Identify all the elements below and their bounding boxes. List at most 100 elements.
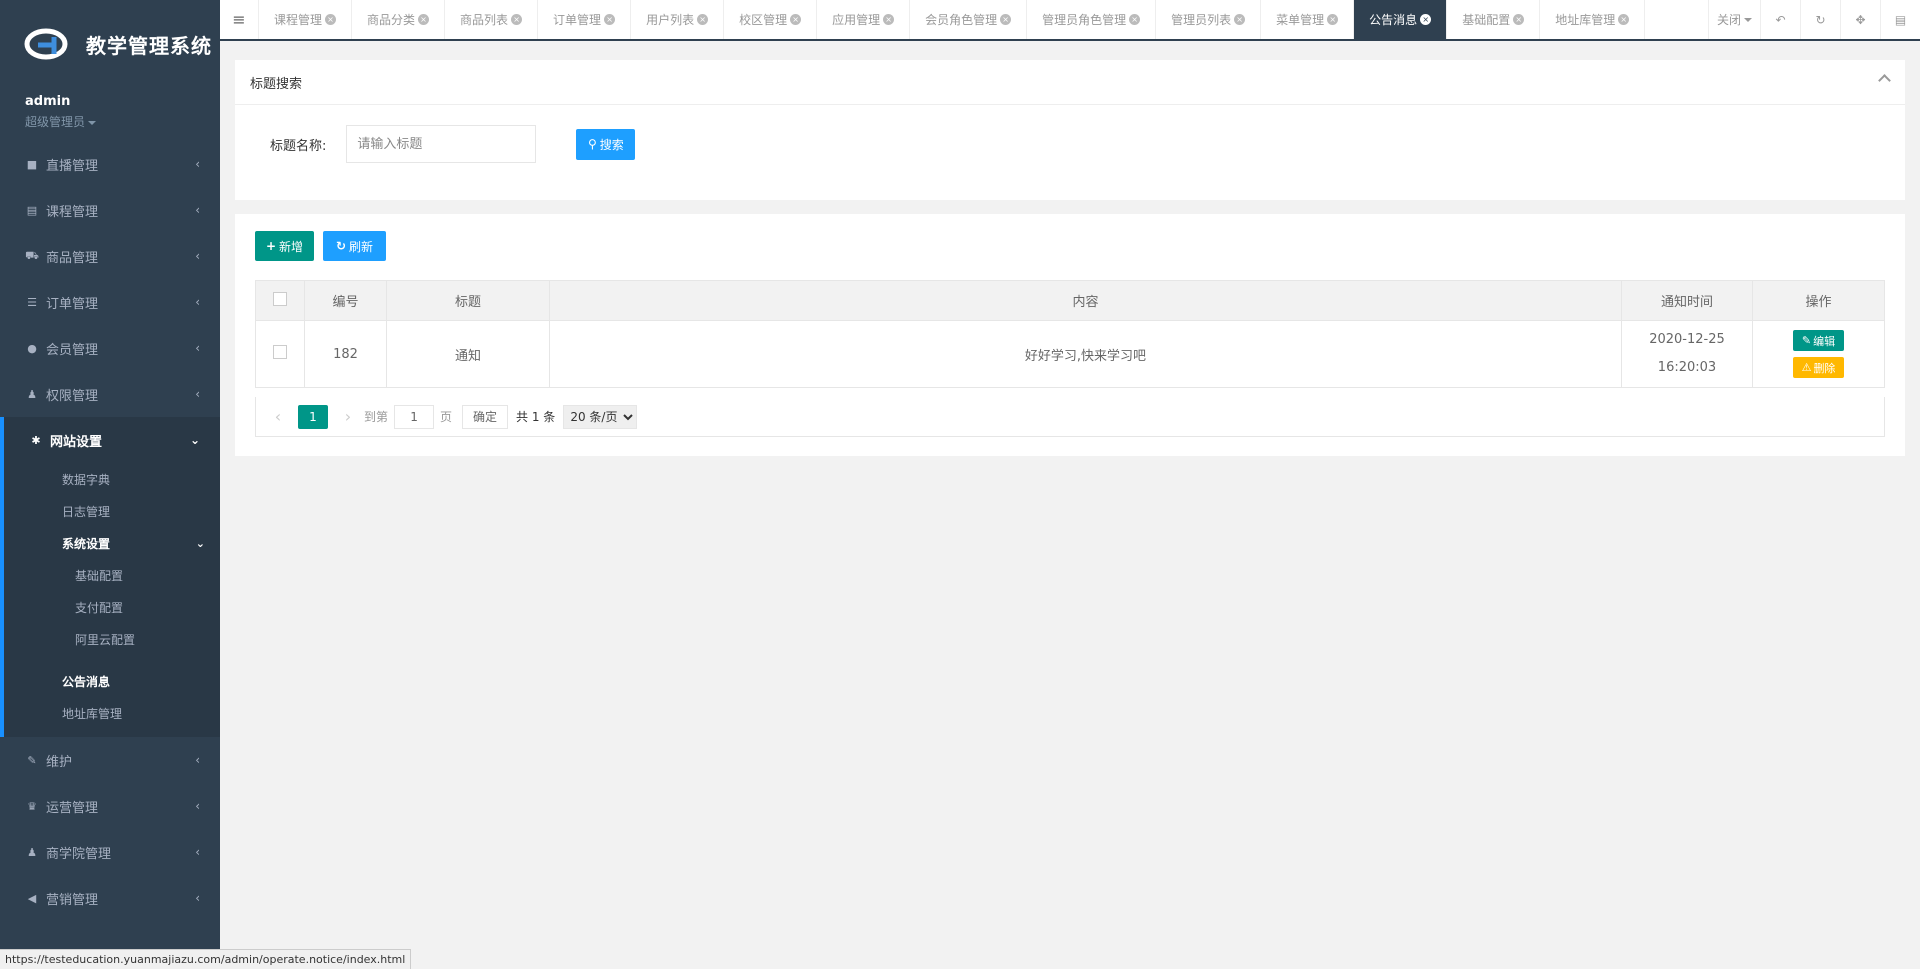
sidebar-subitem-address[interactable]: 地址库管理 <box>4 697 220 729</box>
column-header[interactable]: 内容 <box>549 280 1622 321</box>
tab-label: 订单管理 <box>553 13 602 27</box>
fullscreen-icon[interactable]: ✥ <box>1840 0 1880 39</box>
goto-page-input[interactable] <box>394 404 435 429</box>
pagination: ‹ 1 › 到第 页 确定 共 1 条 20 条/页 <box>255 397 1885 437</box>
sidebar-item-label: 维护 <box>46 754 73 770</box>
sidebar-subsubitem-basic-config[interactable]: 基础配置 <box>4 559 220 591</box>
column-header[interactable]: 标题 <box>386 280 550 321</box>
column-header[interactable]: 编号 <box>304 280 387 321</box>
sidebar-item-live[interactable]: ■ 直播管理 ‹ <box>0 141 220 187</box>
close-icon[interactable]: × <box>1513 14 1525 25</box>
user-role-dropdown[interactable]: 超级管理员 <box>25 113 220 130</box>
sidebar-item-order[interactable]: ☰ 订单管理 ‹ <box>0 279 220 325</box>
table-panel: + 新增 ↻ 刷新 编号 标题 内容 通知时间 操作 182 通知 好好学习,快… <box>235 214 1905 456</box>
close-icon[interactable]: × <box>1129 14 1141 25</box>
sidebar-item-marketing[interactable]: ◀ 营销管理 ‹ <box>0 875 220 921</box>
search-button[interactable]: ⚲ 搜索 <box>576 128 636 160</box>
tab-goods-category[interactable]: 商品分类 × <box>352 0 446 39</box>
close-tabs-label: 关闭 <box>1716 13 1741 27</box>
sidebar-item-site-settings[interactable]: ✱ 网站设置 ⌄ <box>4 417 220 463</box>
sidebar-item-course[interactable]: ▤ 课程管理 ‹ <box>0 187 220 233</box>
sidebar-subitem-logs[interactable]: 日志管理 <box>4 495 220 527</box>
refresh-icon[interactable]: ↻ <box>1800 0 1840 39</box>
close-icon[interactable]: × <box>1618 14 1630 25</box>
chevron-left-icon: ‹ <box>195 203 200 217</box>
sidebar-subsubitem-pay-config[interactable]: 支付配置 <box>4 591 220 623</box>
close-icon[interactable]: × <box>790 14 802 25</box>
edit-button[interactable]: ✎ 编辑 <box>1793 330 1844 351</box>
page-size-select[interactable]: 20 条/页 <box>563 404 638 429</box>
refresh-button[interactable]: ↻ 刷新 <box>323 231 386 261</box>
close-icon[interactable]: × <box>883 14 895 25</box>
column-header[interactable]: 操作 <box>1752 280 1885 321</box>
sidebar-item-goods[interactable]: ⛟ 商品管理 ‹ <box>0 233 220 279</box>
close-icon[interactable]: × <box>1234 14 1246 25</box>
tab-course[interactable]: 课程管理 × <box>259 0 353 39</box>
sidebar-item-member[interactable]: ● 会员管理 ‹ <box>0 325 220 371</box>
sidebar-item-label: 网站设置 <box>50 434 103 450</box>
sidebar-item-business-school[interactable]: ♟ 商学院管理 ‹ <box>0 829 220 875</box>
close-icon[interactable]: × <box>1327 14 1339 25</box>
chevron-left-icon: ‹ <box>195 341 200 355</box>
sidebar-item-label: 营销管理 <box>46 892 99 908</box>
goto-confirm-button[interactable]: 确定 <box>462 404 509 429</box>
table-toolbar: + 新增 ↻ 刷新 <box>255 231 386 261</box>
bullhorn-icon: ◀ <box>27 891 37 905</box>
tab-member-role[interactable]: 会员角色管理 × <box>910 0 1028 39</box>
tab-notice[interactable]: 公告消息 × <box>1354 0 1448 39</box>
tab-app[interactable]: 应用管理 × <box>817 0 911 39</box>
menu-toggle-icon[interactable]: ≡ <box>220 0 259 39</box>
sidebar-subitem-dictionary[interactable]: 数据字典 <box>4 463 220 495</box>
sidebar-subitem-label: 系统设置 <box>62 536 111 551</box>
refresh-button-label: 刷新 <box>349 239 374 254</box>
close-icon[interactable]: × <box>604 14 616 25</box>
tab-user-list[interactable]: 用户列表 × <box>631 0 725 39</box>
back-icon[interactable]: ↶ <box>1760 0 1800 39</box>
theme-icon[interactable]: ▤ <box>1880 0 1920 39</box>
tab-basic-config[interactable]: 基础配置 × <box>1447 0 1541 39</box>
tab-address[interactable]: 地址库管理 × <box>1540 0 1646 39</box>
row-select-cell <box>255 320 305 388</box>
delete-button[interactable]: ⚠ 删除 <box>1793 357 1844 378</box>
close-icon[interactable]: × <box>418 14 430 25</box>
sidebar-subsubitem-aliyun-config[interactable]: 阿里云配置 <box>4 623 220 655</box>
user-role: 超级管理员 <box>25 115 86 129</box>
cell-content: 好好学习,快来学习吧 <box>549 320 1622 388</box>
next-page-icon[interactable]: › <box>338 407 358 426</box>
tab-goods-list[interactable]: 商品列表 × <box>445 0 539 39</box>
close-tabs-dropdown[interactable]: 关闭 <box>1708 0 1760 39</box>
close-icon[interactable]: × <box>697 14 709 25</box>
tab-label: 商品列表 <box>460 13 509 27</box>
row-checkbox[interactable] <box>273 345 287 359</box>
search-panel-header: 标题搜索 <box>235 60 1905 105</box>
current-page[interactable]: 1 <box>298 404 328 429</box>
chevron-up-icon[interactable] <box>1878 74 1891 87</box>
sidebar-subitem-system-settings[interactable]: 系统设置 ⌄ <box>4 527 220 559</box>
tab-admin-role[interactable]: 管理员角色管理 × <box>1027 0 1157 39</box>
prev-page-icon[interactable]: ‹ <box>268 407 288 426</box>
sidebar-item-maintenance[interactable]: ✎ 维护 ‹ <box>0 737 220 783</box>
tab-order[interactable]: 订单管理 × <box>538 0 632 39</box>
list-icon: ☰ <box>27 295 37 309</box>
close-icon[interactable]: × <box>1000 14 1012 25</box>
search-icon: ⚲ <box>587 137 597 151</box>
cart-icon: ⛟ <box>25 248 39 262</box>
add-button[interactable]: + 新增 <box>255 231 314 261</box>
column-header[interactable]: 通知时间 <box>1621 280 1753 321</box>
sidebar-item-operations[interactable]: ♛ 运营管理 ‹ <box>0 783 220 829</box>
trophy-icon: ♛ <box>27 799 37 813</box>
search-panel: 标题搜索 标题名称: ⚲ 搜索 <box>235 60 1905 200</box>
tab-label: 菜单管理 <box>1276 13 1325 27</box>
close-icon[interactable]: × <box>325 14 337 25</box>
sidebar-item-permission[interactable]: ♟ 权限管理 ‹ <box>0 371 220 417</box>
title-search-input[interactable] <box>346 125 537 163</box>
cell-actions: ✎ 编辑 ⚠ 删除 <box>1752 320 1885 388</box>
tab-campus[interactable]: 校区管理 × <box>724 0 818 39</box>
sidebar-item-label: 会员管理 <box>46 342 99 358</box>
select-all-checkbox[interactable] <box>273 291 287 306</box>
close-icon[interactable]: × <box>511 14 523 25</box>
sidebar-subitem-notice[interactable]: 公告消息 <box>4 665 220 697</box>
tab-menu[interactable]: 菜单管理 × <box>1261 0 1355 39</box>
close-icon[interactable]: × <box>1420 14 1432 25</box>
tab-admin-list[interactable]: 管理员列表 × <box>1156 0 1262 39</box>
